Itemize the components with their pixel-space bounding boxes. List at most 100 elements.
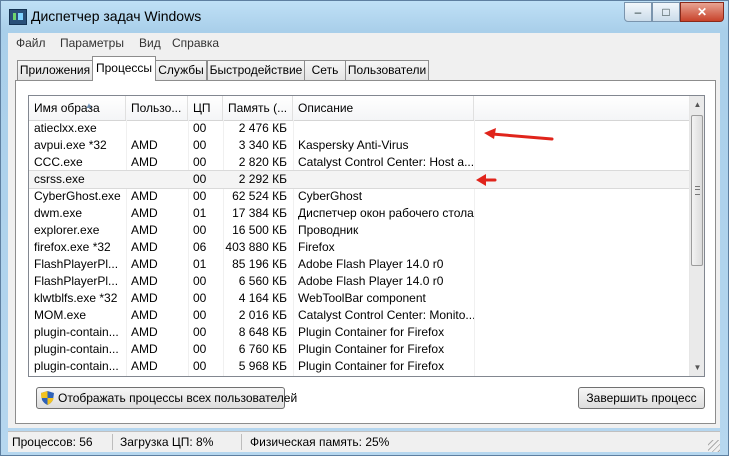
cell-user: AMD [131,274,158,288]
table-row[interactable]: plugin-contain... AMD 00 8 648 КБ Plugin Con… [29,324,689,341]
table-row[interactable]: CyberGhost.exe AMD 00 62 524 КБ CyberGhost [29,188,689,205]
cell-description: Проводник [298,223,359,237]
tab-applications[interactable]: Приложения [17,60,93,80]
cell-memory: 2 016 КБ [238,308,287,322]
cell-user [126,120,188,137]
table-row[interactable]: avpui.exe *32 AMD 00 3 340 КБ Kaspersky Anti… [29,137,689,154]
cell-cpu: 00 [193,274,207,288]
cell-cpu: 00 [193,138,207,152]
scroll-down-icon[interactable]: ▼ [690,359,704,376]
close-button[interactable]: ✕ [680,2,724,22]
title-bar[interactable]: Диспетчер задач Windows – □ ✕ [1,1,728,33]
cell-description: Plugin Container for Firefox [298,325,445,339]
scroll-thumb[interactable] [691,115,703,266]
cell-memory: 2 820 КБ [238,155,287,169]
table-row[interactable]: firefox.exe *32 AMD 06 403 880 КБ Firefox [29,239,689,256]
show-all-processes-button[interactable]: Отображать процессы всех пользователей [36,387,297,409]
cell-description: Диспетчер окон рабочего стола [298,206,474,220]
tab-services[interactable]: Службы [155,60,207,80]
cell-image-name: FlashPlayerPl... [34,257,119,271]
cell-cpu: 00 [193,342,207,356]
maximize-button[interactable]: □ [652,2,680,22]
tab-performance[interactable]: Быстродействие [207,60,305,80]
status-separator [241,434,242,450]
scroll-up-icon[interactable]: ▲ [690,96,704,113]
table-row[interactable]: FlashPlayerPl... AMD 01 85 196 КБ Adobe Flas… [29,256,689,273]
cell-memory: 6 760 КБ [238,342,287,356]
table-row[interactable]: FlashPlayerPl... AMD 00 6 560 КБ Adobe Flash… [29,273,689,290]
cell-memory: 2 476 КБ [238,121,287,135]
tab-processes[interactable]: Процессы [92,56,156,81]
column-description[interactable]: Описание [293,96,474,120]
cell-image-name: plugin-contain... [34,359,119,373]
cell-description [293,120,474,137]
cell-memory: 4 164 КБ [238,291,287,305]
annotation-arrow-icon [476,174,497,186]
table-row[interactable]: plugin-contain... AMD 00 6 760 КБ Plugin Con… [29,341,689,358]
cell-cpu: 00 [193,325,207,339]
cell-cpu: 00 [193,308,207,322]
cell-image-name: plugin-contain... [34,325,119,339]
cell-image-name: plugin-contain... [34,342,119,356]
column-cpu[interactable]: ЦП [188,96,223,120]
cell-user: AMD [131,325,158,339]
cell-image-name: explorer.exe [34,223,100,237]
table-row[interactable]: MOM.exe AMD 00 2 016 КБ Catalyst Control Cen… [29,307,689,324]
menu-bar: Файл Параметры Вид Справка [8,33,720,53]
table-row[interactable]: csrss.exe 00 2 292 КБ [29,170,690,189]
column-header-row: ▲ Имя образа Пользо... ЦП Память (... Оп… [29,96,689,121]
column-user-label: Пользо... [131,101,182,115]
menu-file[interactable]: Файл [16,36,46,50]
minimize-button[interactable]: – [624,2,652,22]
cell-cpu: 00 [193,155,207,169]
cell-description [293,171,474,188]
cell-description: WebToolBar component [298,291,426,305]
cell-cpu: 01 [193,257,207,271]
table-row[interactable]: dwm.exe AMD 01 17 384 КБ Диспетчер окон рабо… [29,205,689,222]
status-processes: Процессов: 56 [12,435,93,449]
cell-cpu: 00 [193,189,207,203]
sort-ascending-icon: ▲ [85,101,93,110]
window-title: Диспетчер задач Windows [31,8,202,24]
menu-options[interactable]: Параметры [60,36,124,50]
status-memory: Физическая память: 25% [250,435,390,449]
cell-description: Catalyst Control Center: Host a... [298,155,474,169]
cell-memory: 85 196 КБ [232,257,287,271]
cell-image-name: avpui.exe *32 [34,138,107,152]
cell-user: AMD [131,223,158,237]
cell-memory: 3 340 КБ [238,138,287,152]
vertical-scrollbar[interactable]: ▲ ▼ [689,96,704,376]
cell-user: AMD [131,189,158,203]
cell-cpu: 00 [193,359,207,373]
tab-network[interactable]: Сеть [304,60,346,80]
cell-image-name: CCC.exe [34,155,83,169]
annotation-arrow-icon [484,128,554,141]
cell-cpu: 01 [193,206,207,220]
cell-memory: 6 560 КБ [238,274,287,288]
menu-view[interactable]: Вид [139,36,161,50]
column-memory[interactable]: Память (... [223,96,293,120]
tab-users[interactable]: Пользователи [345,60,429,80]
show-all-processes-label: Отображать процессы всех пользователей [58,391,298,405]
cell-memory: 16 500 КБ [232,223,287,237]
end-process-button[interactable]: Завершить процесс [578,387,705,409]
status-cpu: Загрузка ЦП: 8% [120,435,214,449]
table-row[interactable]: CCC.exe AMD 00 2 820 КБ Catalyst Control Cen… [29,154,689,171]
column-user[interactable]: Пользо... [126,96,188,120]
table-row[interactable]: klwtblfs.exe *32 AMD 00 4 164 КБ WebToolBar … [29,290,689,307]
cell-description: Adobe Flash Player 14.0 r0 [298,274,444,288]
table-row[interactable]: plugin-contain... AMD 00 5 968 КБ Plugin Con… [29,358,689,375]
menu-help[interactable]: Справка [172,36,219,50]
cell-memory: 17 384 КБ [232,206,287,220]
column-image-name[interactable]: ▲ Имя образа [29,96,126,120]
cell-description: Firefox [298,240,335,254]
cell-description: CyberGhost [298,189,363,203]
cell-user [126,171,188,188]
process-list[interactable]: ▲ Имя образа Пользо... ЦП Память (... Оп… [28,95,705,377]
table-row[interactable]: explorer.exe AMD 00 16 500 КБ Проводник [29,222,689,239]
resize-grip-icon[interactable] [708,440,720,452]
cell-cpu: 06 [193,240,207,254]
table-row[interactable]: atieclxx.exe 00 2 476 КБ [29,120,689,137]
cell-memory: 5 968 КБ [238,359,287,373]
cell-image-name: MOM.exe [34,308,87,322]
